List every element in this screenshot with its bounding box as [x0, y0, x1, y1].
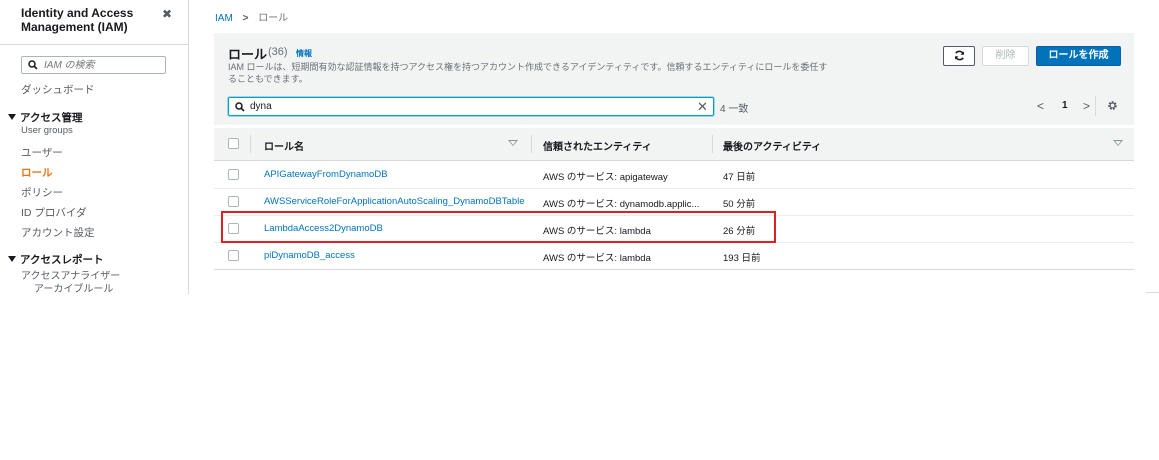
table-row[interactable]: APIGatewayFromDynamoDB AWS のサービス: apigat… — [214, 161, 1134, 189]
trusted-entity: AWS のサービス: lambda — [543, 226, 651, 237]
refresh-icon — [954, 50, 964, 61]
role-name-link[interactable]: AWSServiceRoleForApplicationAutoScaling_… — [264, 196, 525, 207]
column-divider — [250, 135, 251, 153]
page-description: IAM ロールは、短期間有効な認証情報を持つアクセス権を持つアカウント作成できる… — [228, 62, 828, 84]
sidebar-divider — [0, 44, 188, 45]
breadcrumb-current: ロール — [258, 13, 289, 24]
clear-icon[interactable]: ✕ — [697, 100, 708, 113]
sidebar-item-policies[interactable]: ポリシー — [21, 185, 63, 200]
role-filter-input[interactable] — [250, 100, 690, 113]
table-row[interactable]: piDynamoDB_access AWS のサービス: lambda 193 … — [214, 242, 1134, 269]
chevron-right-icon[interactable]: > — [1083, 99, 1090, 113]
section-access-reports[interactable]: アクセスレポート — [8, 252, 103, 267]
close-icon[interactable]: ✖ — [162, 7, 172, 21]
table-header: ロール名 信頼されたエンティティ 最後のアクティビティ — [214, 128, 1134, 161]
roles-panel: ロール (36) 情報 IAM ロールは、短期間有効な認証情報を持つアクセス権を… — [214, 33, 1134, 270]
table-row[interactable]: LambdaAccess2DynamoDB AWS のサービス: lambda … — [214, 215, 1134, 243]
sidebar-item-roles[interactable]: ロール — [21, 165, 53, 180]
breadcrumb: IAM > ロール — [215, 9, 288, 24]
breadcrumb-iam[interactable]: IAM — [215, 13, 233, 24]
last-activity: 50 分前 — [723, 199, 756, 210]
search-icon — [235, 102, 245, 112]
caret-down-icon — [8, 114, 16, 120]
row-checkbox[interactable] — [228, 169, 239, 180]
select-all-checkbox[interactable] — [228, 138, 239, 149]
sidebar-search[interactable] — [21, 56, 166, 74]
sort-icon[interactable] — [1113, 140, 1123, 146]
divider — [1095, 96, 1096, 116]
refresh-button[interactable] — [943, 46, 975, 66]
role-name-link[interactable]: piDynamoDB_access — [264, 250, 355, 261]
trusted-entity: AWS のサービス: lambda — [543, 253, 651, 264]
caret-down-icon — [8, 256, 16, 262]
row-checkbox[interactable] — [228, 223, 239, 234]
sidebar-item-users[interactable]: ユーザー — [21, 145, 63, 160]
sidebar-item-user-groups[interactable]: User groups — [21, 125, 73, 136]
sort-icon[interactable] — [508, 140, 518, 146]
sidebar: Identity and Access Management (IAM) ✖ ダ… — [0, 0, 189, 295]
last-activity: 26 分前 — [723, 226, 756, 237]
trusted-entity: AWS のサービス: dynamodb.applic... — [543, 199, 700, 210]
sidebar-title: Identity and Access Management (IAM) — [21, 6, 134, 34]
gear-icon[interactable] — [1107, 100, 1118, 111]
last-activity: 47 日前 — [723, 172, 756, 183]
chevron-left-icon[interactable]: < — [1037, 99, 1044, 113]
chevron-right-icon: > — [242, 13, 249, 24]
sidebar-item-archive-rules[interactable]: アーカイブルール — [34, 280, 113, 295]
section-access-management[interactable]: アクセス管理 — [8, 110, 82, 125]
column-divider — [531, 135, 532, 153]
last-activity: 193 日前 — [723, 253, 761, 264]
search-icon — [28, 60, 38, 70]
role-filter[interactable]: ✕ — [228, 97, 714, 116]
column-role-name[interactable]: ロール名 — [264, 138, 304, 153]
divider — [1146, 292, 1159, 293]
section-label: アクセスレポート — [20, 254, 104, 266]
section-label: アクセス管理 — [20, 112, 83, 124]
delete-button[interactable]: 削除 — [982, 46, 1029, 66]
role-name-link[interactable]: LambdaAccess2DynamoDB — [264, 223, 383, 234]
sidebar-search-input[interactable] — [44, 58, 162, 72]
info-link[interactable]: 情報 — [296, 48, 312, 59]
match-count: 4 一致 — [720, 104, 749, 115]
page-number[interactable]: 1 — [1062, 100, 1068, 111]
row-checkbox[interactable] — [228, 250, 239, 261]
trusted-entity: AWS のサービス: apigateway — [543, 172, 668, 183]
role-name-link[interactable]: APIGatewayFromDynamoDB — [264, 169, 388, 180]
sidebar-item-identity-providers[interactable]: ID プロバイダ — [21, 205, 87, 220]
column-last-activity[interactable]: 最後のアクティビティ — [723, 138, 821, 153]
table-row[interactable]: AWSServiceRoleForApplicationAutoScaling_… — [214, 188, 1134, 216]
create-role-button[interactable]: ロールを作成 — [1036, 46, 1121, 66]
row-checkbox[interactable] — [228, 196, 239, 207]
role-count: (36) — [268, 46, 288, 58]
sidebar-item-account-settings[interactable]: アカウント設定 — [21, 225, 95, 240]
column-divider — [712, 135, 713, 153]
column-trusted-entity[interactable]: 信頼されたエンティティ — [543, 138, 652, 153]
sidebar-item-dashboard[interactable]: ダッシュボード — [21, 82, 95, 97]
